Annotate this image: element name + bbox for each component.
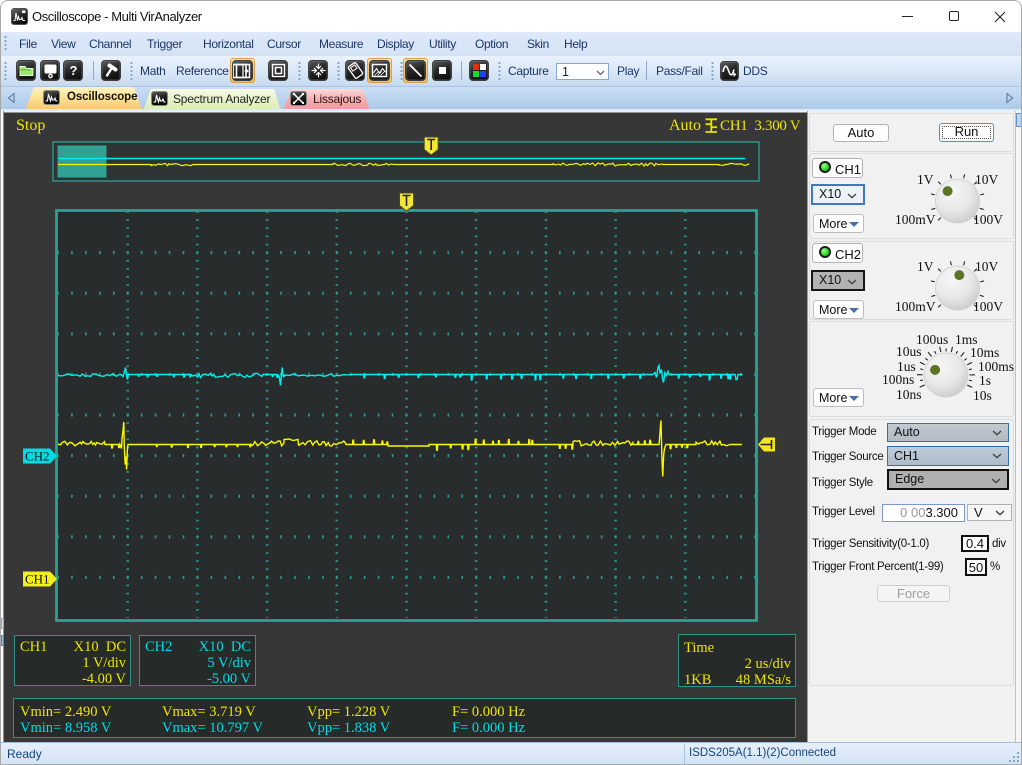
svg-text:CH2: CH2: [25, 449, 50, 464]
svg-text:?: ?: [70, 63, 78, 78]
svg-text:CH1: CH1: [25, 572, 50, 587]
